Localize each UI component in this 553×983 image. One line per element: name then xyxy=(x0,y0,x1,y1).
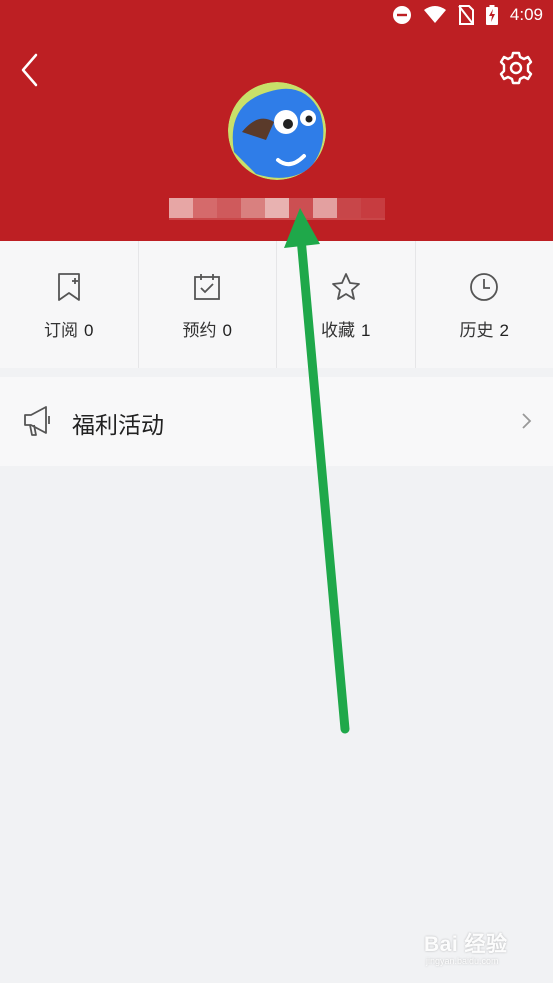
calendar-check-icon xyxy=(194,274,221,300)
stat-subscribe-label: 订阅 xyxy=(44,321,79,340)
welfare-activities-label: 福利活动 xyxy=(72,412,164,438)
chevron-right-icon xyxy=(522,413,532,429)
back-button[interactable] xyxy=(16,50,46,90)
stat-reserve[interactable]: 预约 0 xyxy=(139,241,277,368)
watermark-text: Bai 经验 xyxy=(424,933,508,956)
back-arrow-icon xyxy=(21,53,38,87)
no-sim-icon xyxy=(458,5,474,25)
stat-reserve-count: 0 xyxy=(222,321,232,340)
stat-favorites-label: 收藏 xyxy=(321,321,356,340)
clock-icon xyxy=(470,273,499,301)
welfare-activities-row[interactable]: 福利活动 xyxy=(0,377,553,466)
username-blurred xyxy=(169,196,385,222)
stat-history-label: 历史 xyxy=(459,321,494,340)
stat-history[interactable]: 历史 2 xyxy=(416,241,553,368)
stat-subscribe-count: 0 xyxy=(84,321,94,340)
stat-history-count: 2 xyxy=(499,321,509,340)
stat-favorites[interactable]: 收藏 1 xyxy=(277,241,416,368)
do-not-disturb-icon xyxy=(392,6,411,24)
wifi-icon xyxy=(423,6,446,23)
star-icon xyxy=(331,273,360,300)
stat-subscribe[interactable]: 订阅 0 xyxy=(0,241,139,368)
watermark-subtext: jingyan.baidu.com xyxy=(426,956,499,966)
battery-charging-icon xyxy=(485,5,498,25)
stats-bar: 订阅 0 预约 0 收藏 1 历史 2 xyxy=(0,241,553,368)
status-bar: 4:09 xyxy=(0,0,553,32)
profile-header: 4:09 xyxy=(0,0,553,241)
gear-icon xyxy=(499,51,533,85)
baidu-jingyan-watermark: Bai 经验 jingyan.baidu.com xyxy=(424,924,534,974)
status-time: 4:09 xyxy=(509,5,543,24)
stat-favorites-count: 1 xyxy=(361,321,371,340)
avatar[interactable] xyxy=(228,82,326,180)
stat-reserve-label: 预约 xyxy=(182,321,217,340)
megaphone-icon xyxy=(24,406,50,436)
bird-avatar-icon xyxy=(228,82,326,180)
settings-button[interactable] xyxy=(498,50,534,86)
bookmark-add-icon xyxy=(57,273,80,301)
